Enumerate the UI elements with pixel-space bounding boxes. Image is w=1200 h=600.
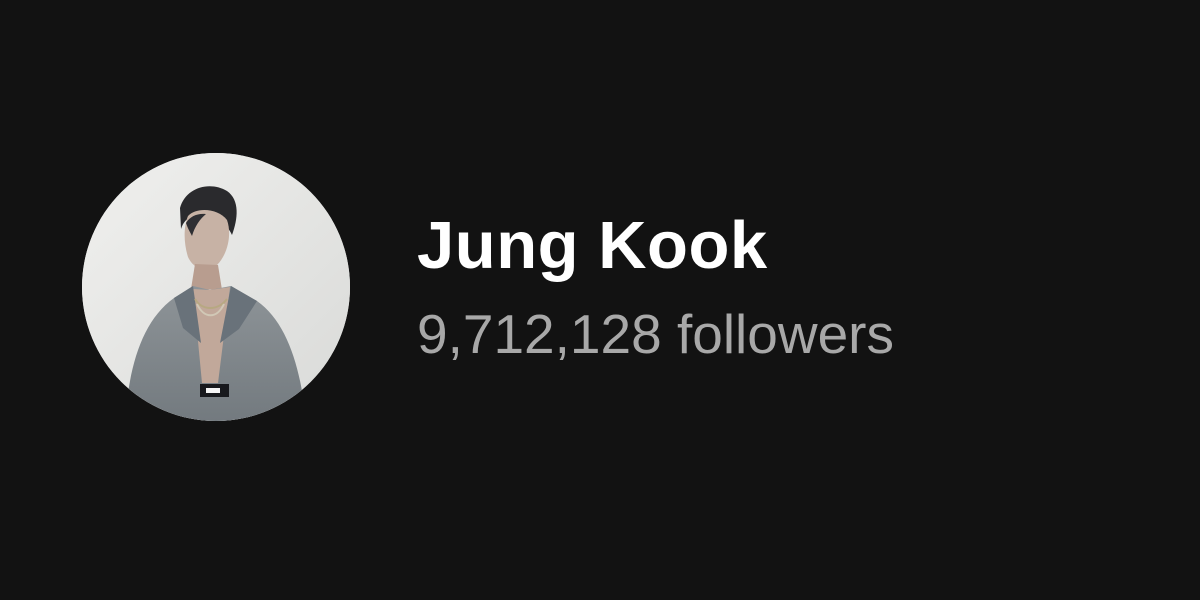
artist-name[interactable]: Jung Kook <box>417 212 894 279</box>
artist-profile-screen: Jung Kook 9,712,128 followers <box>0 0 1200 600</box>
follower-count: 9,712,128 followers <box>417 303 894 365</box>
artist-row[interactable]: Jung Kook 9,712,128 followers <box>82 153 1122 421</box>
artist-meta: Jung Kook 9,712,128 followers <box>417 212 894 362</box>
artist-photo-icon <box>82 153 350 421</box>
artist-avatar[interactable] <box>82 153 350 421</box>
